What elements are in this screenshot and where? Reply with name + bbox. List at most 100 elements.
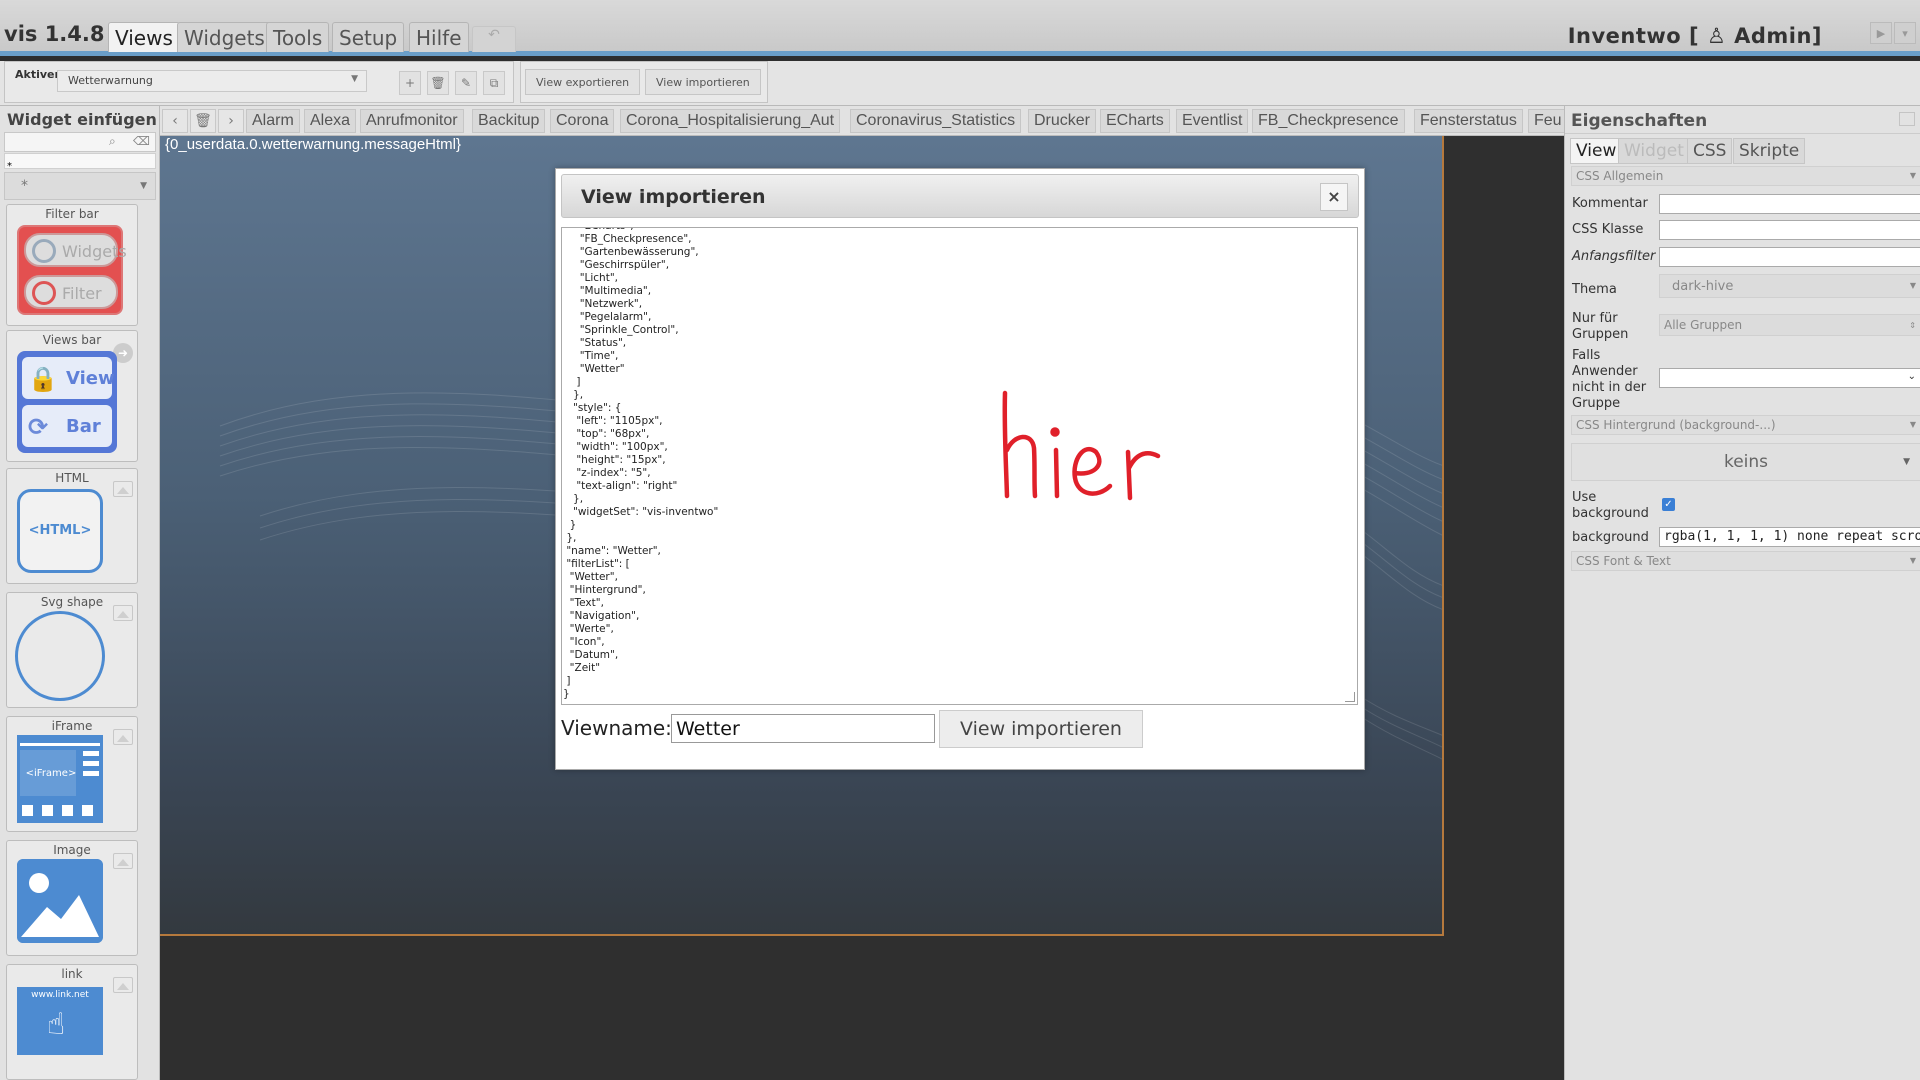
start-filter-input[interactable]	[1659, 247, 1920, 267]
iframe-icon-text: <iFrame>	[26, 768, 77, 779]
groups-select[interactable]: Alle Gruppen ⇕	[1659, 314, 1920, 336]
tab-view[interactable]: View	[1570, 138, 1623, 164]
background-type-select[interactable]: keins ▼	[1571, 443, 1920, 481]
minimize-icon[interactable]	[1899, 112, 1915, 126]
palette-item-html[interactable]: HTML <HTML>	[6, 468, 138, 584]
image-icon	[17, 859, 103, 943]
view-tab[interactable]: Backitup	[472, 109, 546, 133]
view-tab[interactable]: Fensterstatus	[1414, 109, 1523, 133]
comment-input[interactable]	[1659, 194, 1920, 214]
palette-item-link[interactable]: link www.link.net ☝	[6, 964, 138, 1080]
clear-filter-icon[interactable]: ⌫	[133, 134, 150, 148]
view-tab[interactable]: Feu	[1528, 109, 1564, 133]
delete-view-icon[interactable]: 🗑	[427, 71, 449, 95]
use-background-label: Use background	[1572, 490, 1649, 521]
view-tab[interactable]: Alexa	[304, 109, 357, 133]
chevron-down-icon: ▼	[1909, 281, 1916, 290]
palette-item-svg-shape[interactable]: Svg shape	[6, 592, 138, 708]
section-css-background[interactable]: CSS Hintergrund (background-...) ▼	[1571, 415, 1920, 435]
menu-tab-help[interactable]: Hilfe	[409, 22, 469, 52]
view-tab[interactable]: Corona	[550, 109, 615, 133]
undo-icon[interactable]: ↶	[472, 26, 516, 52]
chevron-down-icon: ▼	[1909, 556, 1916, 565]
view-tab[interactable]: Anrufmonitor	[360, 109, 464, 133]
run-icon[interactable]: ▶	[1870, 22, 1892, 44]
css-class-label: CSS Klasse	[1572, 222, 1644, 237]
chevron-down-icon: ▼	[1903, 457, 1910, 467]
menu-tab-setup[interactable]: Setup	[332, 22, 405, 52]
theme-label: Thema	[1572, 282, 1617, 297]
views-bar-preview-bar: ⟳ Bar	[22, 405, 112, 447]
views-bar-preview-view: 🔒 View	[22, 357, 115, 399]
resize-handle-icon[interactable]	[1345, 692, 1355, 702]
chevron-down-icon: ▼	[1909, 420, 1916, 429]
palette-search[interactable]: ⌕ ⌫	[4, 132, 156, 152]
lock-icon: 🔒	[28, 365, 58, 393]
dropdown-icon[interactable]: ▾	[1894, 22, 1916, 44]
link-icon-url: www.link.net	[31, 990, 89, 1000]
preview-image-icon	[113, 729, 133, 745]
preview-image-icon	[113, 853, 133, 869]
palette-item-iframe[interactable]: iFrame <iFrame>	[6, 716, 138, 832]
hand-pointer-icon: ☝	[47, 1007, 66, 1042]
dialog-title: View importieren	[581, 186, 766, 208]
export-import-group: View exportieren View importieren	[520, 61, 768, 103]
view-tab[interactable]: Drucker	[1028, 109, 1097, 133]
html-icon: <HTML>	[17, 489, 103, 573]
import-view-submit-button[interactable]: View importieren	[939, 710, 1143, 748]
search-icon[interactable]: ⌕	[109, 134, 116, 149]
chevron-down-icon: ▼	[1909, 171, 1916, 180]
view-tab[interactable]: FB_Checkpresence	[1252, 109, 1405, 133]
menu-bar: vis 1.4.8 Views Widgets Tools Setup Hilf…	[0, 0, 1920, 56]
palette-item-image[interactable]: Image	[6, 840, 138, 956]
palette-item-views-bar[interactable]: Views bar ➜ 🔒 View ⟳ Bar	[6, 330, 138, 462]
widget-set-value: *	[21, 178, 28, 194]
binding-text-widget[interactable]: {0_userdata.0.wetterwarnung.messageHtml}	[165, 136, 461, 153]
rename-view-icon[interactable]: ✎	[455, 71, 477, 95]
widget-filter-input[interactable]: *	[4, 153, 156, 172]
view-tab[interactable]: Alarm	[246, 109, 300, 133]
view-tab[interactable]: Corona_Hospitalisierung_Aut	[620, 109, 841, 133]
close-button[interactable]: ×	[1320, 183, 1348, 211]
menu-tab-widgets[interactable]: Widgets	[177, 22, 272, 52]
chevron-updown-icon: ⇕	[1909, 321, 1916, 330]
tab-css[interactable]: CSS	[1687, 138, 1733, 164]
widgets-icon	[32, 239, 56, 263]
comment-label: Kommentar	[1572, 196, 1648, 211]
view-tabs-bar: ‹ 🗑 › Alarm Alexa Anrufmonitor Backitup …	[160, 106, 1564, 136]
dialog-header[interactable]: View importieren ×	[561, 174, 1359, 218]
refresh-icon: ⟳	[28, 413, 49, 441]
menu-tab-tools[interactable]: Tools	[266, 22, 330, 52]
viewname-input[interactable]	[671, 714, 935, 743]
chevron-left-icon[interactable]: ‹	[162, 109, 188, 133]
menu-tab-views[interactable]: Views	[108, 22, 180, 52]
view-tab[interactable]: Eventlist	[1176, 109, 1249, 133]
background-label: background	[1572, 530, 1649, 545]
groups-label: Nur für Gruppen	[1572, 311, 1629, 342]
use-background-checkbox[interactable]: ✓	[1662, 498, 1675, 511]
tab-scripts[interactable]: Skripte	[1733, 138, 1806, 164]
view-tab[interactable]: Coronavirus_Statistics	[850, 109, 1022, 133]
vis-editor: vis 1.4.8 Views Widgets Tools Setup Hilf…	[0, 0, 1920, 1080]
add-view-icon[interactable]: +	[399, 71, 421, 95]
view-tab[interactable]: ECharts	[1100, 109, 1170, 133]
filter-bar-preview-filter: Filter	[24, 275, 118, 309]
palette-item-label: Filter bar	[45, 207, 99, 221]
section-css-font-text[interactable]: CSS Font & Text ▼	[1571, 551, 1920, 571]
chevron-right-icon[interactable]: ›	[218, 109, 244, 133]
copy-view-icon[interactable]: ⧉	[483, 71, 505, 95]
chevron-down-icon: ▼	[351, 74, 358, 84]
palette-item-filter-bar[interactable]: Filter bar Widgets Filter	[6, 204, 138, 326]
section-css-general[interactable]: CSS Allgemein ▼	[1571, 166, 1920, 186]
not-in-group-select[interactable]: ⌄	[1659, 368, 1920, 388]
theme-select[interactable]: dark-hive ▼	[1659, 274, 1920, 298]
import-view-button[interactable]: View importieren	[645, 69, 761, 95]
css-class-input[interactable]	[1659, 220, 1920, 240]
trash-icon[interactable]: 🗑	[190, 109, 216, 133]
active-view-select[interactable]: Wetterwarnung ▼	[57, 70, 367, 92]
background-input[interactable]: rgba(1, 1, 1, 1) none repeat scroll 0%	[1659, 527, 1920, 547]
import-json-textarea[interactable]: "ECharts", "FB_Checkpresence", "Gartenbe…	[561, 227, 1358, 705]
widget-set-select[interactable]: * ▼	[4, 172, 156, 200]
block-icon	[32, 281, 56, 305]
export-view-button[interactable]: View exportieren	[525, 69, 641, 95]
